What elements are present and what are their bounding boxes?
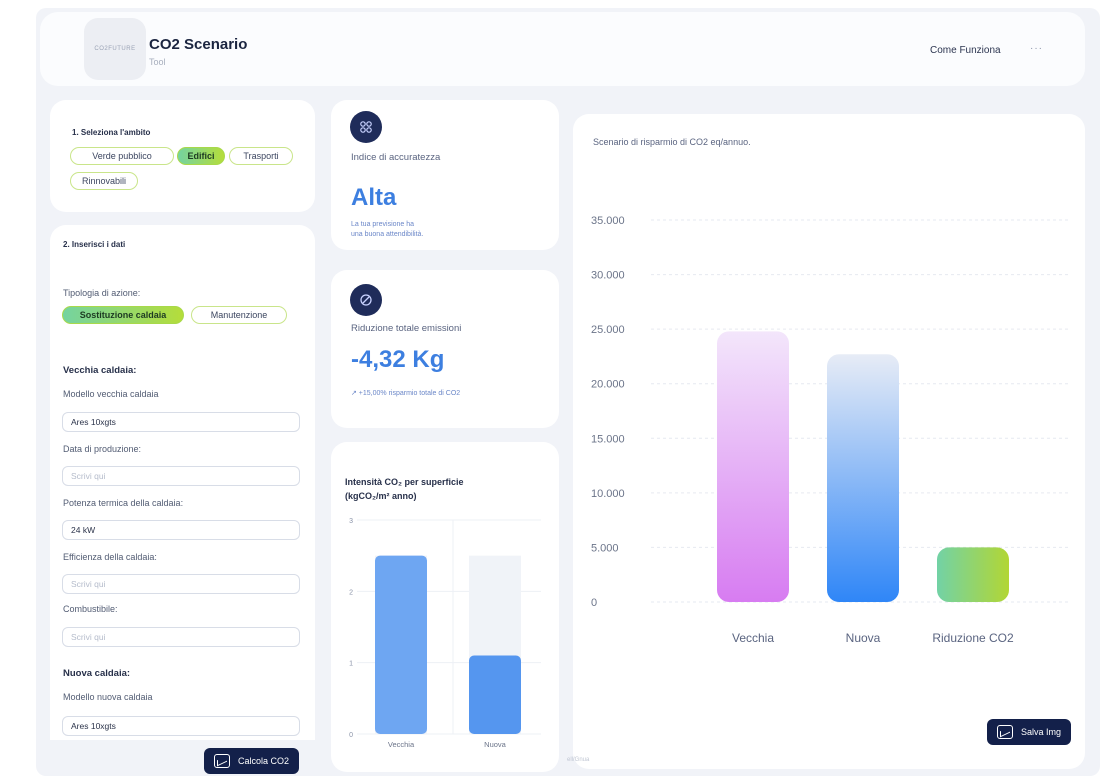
data-input-card: 2. Inserisci i dati Tipologia di azione:… — [50, 225, 315, 740]
reduction-value: -4,32 Kg — [351, 346, 445, 373]
y-tick-label: 30.000 — [591, 270, 625, 282]
emission-reduction-card: Riduzione totale emissioni -4,32 Kg ↗ +1… — [331, 270, 559, 428]
gauge-icon — [350, 111, 382, 143]
chip-sostituzione-caldaia[interactable]: Sostituzione caldaia — [62, 306, 184, 324]
save-image-label: Salva Img — [1020, 727, 1061, 737]
chip-trasporti[interactable]: Trasporti — [229, 147, 293, 165]
y-tick-label: 35.000 — [591, 215, 625, 227]
app-logo: CO2FUTURE — [84, 18, 146, 80]
accuracy-note-line1: La tua previsione ha — [351, 221, 415, 228]
y-tick-label: 15.000 — [591, 433, 625, 445]
production-date-label: Data di produzione: — [63, 444, 142, 454]
fuel-label: Combustibile: — [63, 604, 118, 614]
efficiency-input[interactable]: Scrivi qui — [62, 574, 300, 594]
x-tick-label: Vecchia — [388, 740, 415, 749]
new-model-input[interactable]: Ares 10xgts — [62, 716, 300, 736]
chip-manutenzione[interactable]: Manutenzione — [191, 306, 287, 324]
action-type-label: Tipologia di azione: — [63, 288, 141, 298]
intensity-bar-chart: 0 1 2 3 Vecchia Nuova — [349, 518, 541, 749]
footer-faint-text: ell/Gnua — [567, 757, 590, 763]
bar-riduzione-co2 — [937, 547, 1009, 602]
scenario-chart-card: Scenario di risparmio di CO2 eq/annuo. 0… — [573, 114, 1085, 769]
accuracy-note: La tua previsione ha una buona attendibi… — [351, 220, 481, 240]
more-menu-icon[interactable]: ··· — [1030, 43, 1043, 54]
old-model-input[interactable]: Ares 10xgts — [62, 412, 300, 432]
x-tick-label: Nuova — [846, 631, 881, 645]
new-boiler-heading: Nuova caldaia: — [63, 668, 131, 679]
leaf-icon — [350, 284, 382, 316]
power-input[interactable]: 24 kW — [62, 520, 300, 540]
bar-vecchia — [375, 555, 427, 734]
y-tick-label: 3 — [349, 518, 353, 525]
calcola-co2-label: Calcola CO2 — [238, 756, 290, 766]
old-model-label: Modello vecchia caldaia — [63, 389, 159, 399]
y-tick-label: 10.000 — [591, 488, 625, 500]
y-tick-label: 5.000 — [591, 542, 619, 554]
scope-card: 1. Seleziona l'ambito Verde pubblico Edi… — [50, 100, 315, 212]
chart-icon — [214, 754, 230, 768]
bar-vecchia — [717, 331, 789, 602]
y-tick-label: 2 — [349, 589, 353, 596]
app-title: CO2 Scenario — [149, 36, 248, 53]
save-image-button[interactable]: Salva Img — [986, 719, 1071, 745]
reduction-label: Riduzione totale emissioni — [351, 323, 462, 334]
new-model-label: Modello nuova caldaia — [63, 692, 153, 702]
y-tick-label: 1 — [349, 661, 353, 668]
x-tick-label: Riduzione CO2 — [932, 631, 1014, 645]
accuracy-card: Indice di accuratezza Alta La tua previs… — [331, 100, 559, 250]
accuracy-value: Alta — [351, 184, 397, 211]
y-tick-label: 25.000 — [591, 324, 625, 336]
image-chart-icon — [996, 725, 1013, 739]
scenario-bar-chart: 0 5.000 10.000 15.000 20.000 25.000 30.000 35.0… — [591, 215, 1069, 645]
y-tick-label: 0 — [349, 732, 353, 739]
accuracy-note-line2: una buona attendibilità. — [351, 231, 424, 238]
production-date-input[interactable]: Scrivi qui — [62, 466, 300, 486]
intensity-chart-card: Intensità CO₂ per superficie (kgCO₂/m² a… — [331, 442, 559, 772]
fuel-input[interactable]: Scrivi qui — [62, 627, 300, 647]
old-boiler-heading: Vecchia caldaia: — [63, 365, 137, 376]
reduction-note: ↗ +15,00% risparmio totale di CO2 — [351, 390, 461, 397]
x-tick-label: Vecchia — [732, 631, 774, 645]
app-subtitle: Tool — [149, 57, 166, 67]
logo-text: CO2FUTURE — [94, 46, 136, 52]
calcola-co2-button[interactable]: Calcola CO2 — [204, 748, 300, 774]
bar-nuova — [469, 655, 521, 734]
power-label: Potenza termica della caldaia: — [63, 498, 184, 508]
scope-title: 1. Seleziona l'ambito — [72, 128, 151, 137]
y-tick-label: 20.000 — [591, 379, 625, 391]
x-tick-label: Nuova — [484, 740, 507, 749]
data-section-title: 2. Inserisci i dati — [63, 240, 126, 249]
app-header: CO2FUTURE CO2 Scenario Tool Come Funzion… — [40, 12, 1085, 86]
chip-verde-pubblico[interactable]: Verde pubblico — [70, 147, 174, 165]
bar-nuova — [827, 354, 899, 602]
accuracy-label: Indice di accuratezza — [351, 152, 441, 163]
chip-rinnovabili[interactable]: Rinnovabili — [70, 172, 138, 190]
efficiency-label: Efficienza della caldaia: — [63, 552, 157, 562]
how-it-works-link[interactable]: Come Funziona — [930, 45, 1001, 56]
y-tick-label: 0 — [591, 597, 597, 609]
chip-edifici[interactable]: Edifici — [177, 147, 225, 165]
